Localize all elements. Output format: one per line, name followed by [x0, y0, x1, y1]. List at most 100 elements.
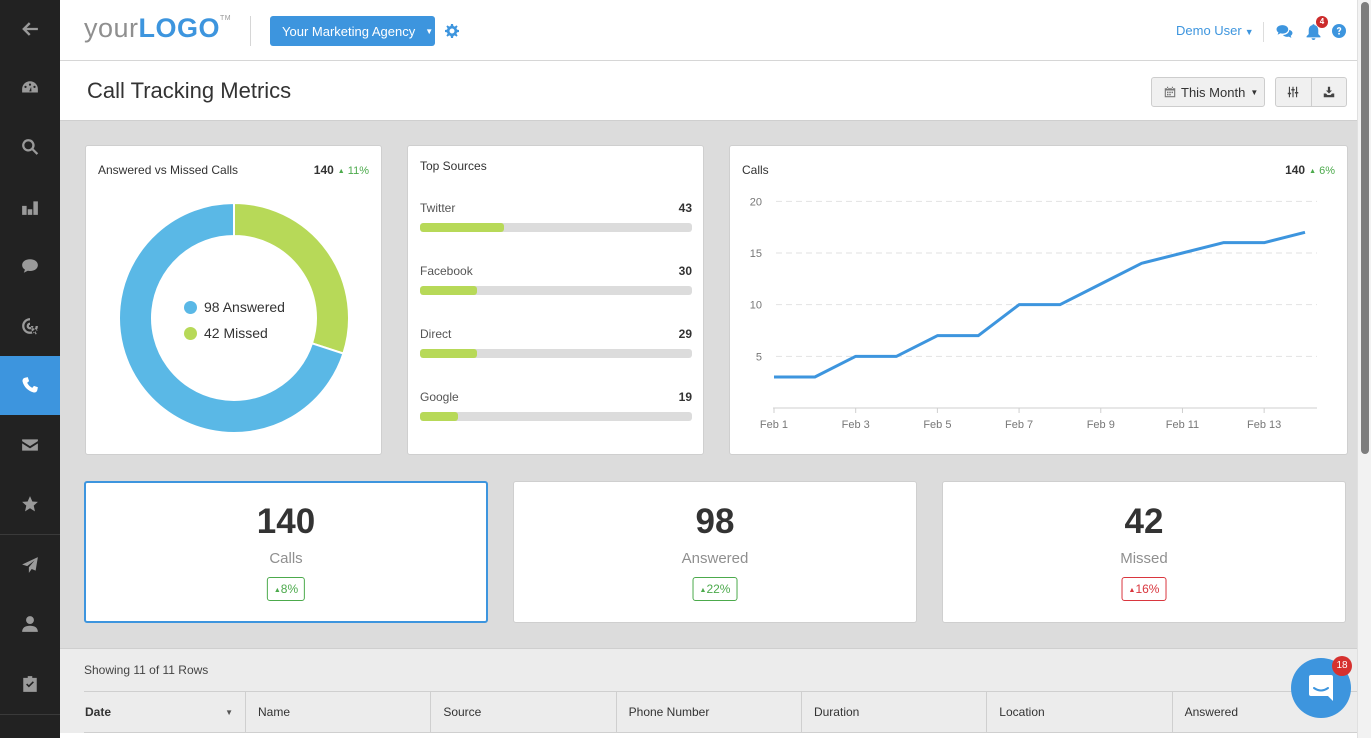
stat-total: 140 — [313, 163, 334, 177]
kpi-value: 98 — [695, 502, 735, 541]
column-label: Answered — [1184, 705, 1238, 719]
toolbar-button-group — [1275, 77, 1347, 107]
back-arrow-icon — [22, 22, 38, 36]
user-icon — [22, 616, 38, 633]
sidebar-item-tasks[interactable] — [0, 654, 60, 714]
x-tick-label: Feb 9 — [1087, 419, 1115, 431]
source-value: 19 — [678, 390, 692, 404]
table-body — [60, 733, 1357, 738]
sidebar-item-back[interactable] — [0, 0, 60, 58]
kpi-card-missed[interactable]: 42 Missed ▲16% — [942, 481, 1346, 623]
kpi-change-badge: ▲8% — [266, 577, 306, 601]
x-tick-label: Feb 13 — [1247, 419, 1281, 431]
x-tick-label: Feb 5 — [923, 419, 951, 431]
sidebar-item-search[interactable] — [0, 118, 60, 178]
kpi-label: Missed — [1120, 550, 1168, 567]
help-icon[interactable] — [1332, 24, 1346, 38]
calendar-icon — [1164, 86, 1176, 98]
sidebar-item-calls[interactable] — [0, 355, 60, 415]
answered-vs-missed-card: Answered vs Missed Calls 140 ▲ 11% 98 Ans… — [85, 145, 382, 455]
y-tick-label: 20 — [750, 196, 762, 208]
card-title: Top Sources — [420, 159, 487, 173]
sidebar-item-social[interactable] — [0, 237, 60, 297]
user-name: Demo User — [1176, 23, 1242, 38]
kpi-card-answered[interactable]: 98 Answered ▲22% — [513, 481, 917, 623]
target-icon — [22, 317, 38, 335]
column-header-source[interactable]: Source — [430, 692, 615, 732]
logo-trademark: TM — [220, 15, 232, 22]
kpi-label: Calls — [269, 550, 303, 567]
bar-chart-icon — [22, 201, 38, 215]
dashboard-icon — [22, 81, 38, 93]
gear-icon[interactable] — [444, 23, 460, 39]
logo-text-light: your — [84, 13, 139, 43]
column-label: Duration — [813, 705, 860, 719]
caret-down-icon: ▼ — [1244, 27, 1254, 37]
y-tick-label: 5 — [756, 351, 762, 363]
column-header-phone-number[interactable]: Phone Number — [615, 692, 801, 732]
x-tick-label: Feb 3 — [842, 419, 870, 431]
triangle-up-icon: ▲ — [337, 168, 345, 175]
sidebar-item-reviews[interactable] — [0, 475, 60, 535]
scrollbar-thumb[interactable] — [1361, 2, 1369, 454]
source-label: Facebook — [420, 264, 473, 278]
kpi-value: 140 — [256, 502, 316, 541]
column-label: Location — [999, 705, 1045, 719]
envelope-icon — [22, 439, 38, 451]
page-scrollbar[interactable] — [1357, 0, 1371, 738]
paper-plane-icon — [22, 556, 38, 573]
agency-dropdown[interactable]: Your Marketing Agency ▼ — [270, 16, 435, 46]
sidebar-item-email[interactable] — [0, 415, 60, 475]
user-menu[interactable]: Demo User ▼ — [1176, 23, 1254, 38]
source-value: 43 — [678, 201, 692, 215]
sidebar-divider — [0, 713, 60, 715]
logo[interactable]: yourLOGOTM — [84, 13, 231, 44]
stat-change-value: 11% — [347, 165, 369, 177]
filter-settings-button[interactable] — [1276, 78, 1311, 106]
source-row-google: Google 19 — [420, 390, 692, 421]
column-header-duration[interactable]: Duration — [800, 692, 986, 732]
logo-text-bold: LOGO — [138, 13, 221, 43]
sidebar-item-dashboard[interactable] — [0, 58, 60, 118]
column-header-date[interactable]: Date ▼ — [84, 692, 245, 732]
source-label: Twitter — [420, 201, 456, 215]
source-bar-track — [420, 412, 692, 421]
clipboard-check-icon — [23, 675, 37, 692]
column-label: Name — [257, 705, 290, 719]
page-title: Call Tracking Metrics — [87, 78, 292, 103]
source-bar-track — [420, 349, 692, 358]
series-line-calls — [774, 230, 1306, 379]
caret-down-icon: ▼ — [1250, 87, 1259, 97]
x-tick-label: Feb 7 — [1005, 419, 1033, 431]
column-label: Phone Number — [628, 705, 710, 719]
y-tick-label: 10 — [750, 300, 762, 312]
legend-dot — [184, 300, 197, 314]
sliders-icon — [1288, 86, 1299, 98]
triangle-up-icon: ▲ — [1128, 587, 1136, 594]
top-sources-card: Top Sources Twitter 43 Facebook 30 Direc… — [407, 145, 704, 455]
y-tick-label: 15 — [750, 248, 762, 260]
chat-smile-icon — [1309, 675, 1333, 701]
kpi-change-badge: ▲16% — [1121, 577, 1167, 601]
sidebar-item-campaigns[interactable] — [0, 535, 60, 595]
date-range-dropdown[interactable]: This Month ▼ — [1151, 77, 1265, 107]
sidebar-item-clients[interactable] — [0, 595, 60, 655]
download-button[interactable] — [1310, 78, 1346, 106]
kpi-card-calls[interactable]: 140 Calls ▲8% — [84, 481, 488, 623]
column-label: Date — [85, 705, 112, 719]
source-value: 30 — [678, 264, 692, 278]
source-label: Google — [420, 390, 459, 404]
notification-badge: 4 — [1316, 16, 1328, 28]
date-range-label: This Month — [1181, 84, 1246, 100]
column-header-name[interactable]: Name — [244, 692, 430, 732]
chat-icon[interactable] — [1276, 23, 1293, 40]
calls-line-chart: 5 10 15 20 Feb 1 Feb 3 Feb 5 Feb 7 Feb 9 Feb 11 Fe… — [750, 196, 1317, 431]
caret-down-icon: ▼ — [425, 26, 434, 36]
x-tick-label: Feb 1 — [760, 419, 788, 431]
column-header-location[interactable]: Location — [986, 692, 1171, 732]
sidebar-item-ppc[interactable] — [0, 296, 60, 356]
column-label: Source — [443, 705, 482, 719]
page-header: Call Tracking Metrics This Month ▼ — [60, 61, 1357, 121]
sidebar-item-reports[interactable] — [0, 177, 60, 237]
agency-label: Your Marketing Agency — [282, 23, 416, 39]
